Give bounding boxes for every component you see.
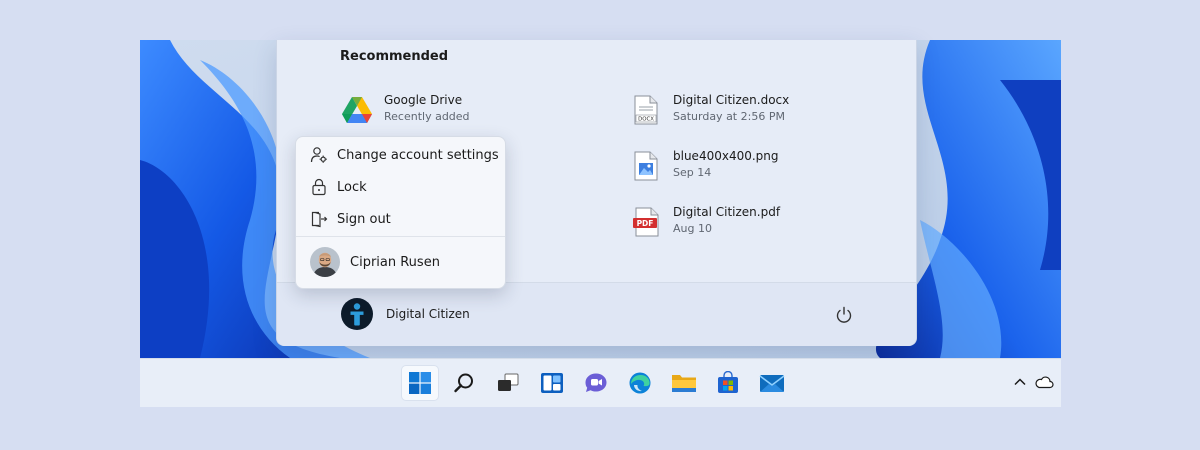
- menu-item-label: Lock: [337, 179, 367, 195]
- recommended-item-google-drive[interactable]: Google Drive Recently added: [340, 90, 580, 130]
- user-name: Digital Citizen: [386, 307, 470, 321]
- recommended-item-date: Saturday at 2:56 PM: [673, 110, 785, 123]
- switch-user-item[interactable]: Ciprian Rusen: [301, 243, 500, 281]
- start-icon[interactable]: [402, 366, 438, 400]
- recommended-title: Recommended: [340, 49, 449, 64]
- search-icon[interactable]: [446, 366, 482, 400]
- onedrive-icon[interactable]: [1033, 371, 1055, 393]
- change-account-settings-item[interactable]: Change account settings: [301, 140, 500, 170]
- recommended-item-date: Sep 14: [673, 166, 712, 179]
- image-file-icon: [629, 149, 663, 183]
- pdf-file-icon: PDF: [629, 205, 663, 239]
- digital-citizen-avatar: [341, 298, 373, 330]
- teams-chat-icon[interactable]: [578, 366, 614, 400]
- file-explorer-icon[interactable]: [666, 366, 702, 400]
- user-account-button[interactable]: Digital Citizen: [340, 297, 470, 331]
- recommended-item-name: Digital Citizen.pdf: [673, 205, 781, 219]
- recommended-item-pdf[interactable]: PDF Digital Citizen.pdf Aug 10: [629, 202, 869, 242]
- mail-icon[interactable]: [754, 366, 790, 400]
- recommended-item-name: Google Drive: [384, 93, 463, 107]
- task-view-icon[interactable]: [490, 366, 526, 400]
- recommended-item-date: Recently added: [384, 110, 470, 123]
- lock-icon: [301, 178, 337, 196]
- recommended-item-name: Digital Citizen.docx: [673, 93, 790, 107]
- recommended-item-name: blue400x400.png: [673, 149, 779, 163]
- sign-out-icon: [301, 210, 337, 228]
- lock-item[interactable]: Lock: [301, 172, 500, 202]
- account-context-menu: Change account settings Lock Sign out Ci…: [295, 136, 506, 289]
- recommended-item-png[interactable]: blue400x400.png Sep 14: [629, 146, 869, 186]
- other-user-name: Ciprian Rusen: [350, 254, 440, 270]
- recommended-item-date: Aug 10: [673, 222, 712, 235]
- edge-icon[interactable]: [622, 366, 658, 400]
- menu-item-label: Sign out: [337, 211, 391, 227]
- pdf-badge: PDF: [637, 219, 654, 228]
- store-icon[interactable]: [710, 366, 746, 400]
- widgets-icon[interactable]: [534, 366, 570, 400]
- menu-item-label: Change account settings: [337, 147, 499, 163]
- menu-divider: [296, 236, 505, 237]
- taskbar: [140, 358, 1061, 407]
- docx-file-icon: DOCX: [629, 93, 663, 127]
- recommended-item-docx[interactable]: DOCX Digital Citizen.docx Saturday at 2:…: [629, 90, 869, 130]
- google-drive-icon: [340, 93, 374, 127]
- chevron-up-icon[interactable]: [1009, 371, 1031, 393]
- sign-out-item[interactable]: Sign out: [301, 204, 500, 234]
- account-settings-icon: [301, 146, 337, 164]
- docx-badge: DOCX: [638, 117, 654, 123]
- start-menu-footer: Digital Citizen: [277, 282, 916, 346]
- avatar: [310, 247, 340, 277]
- power-icon[interactable]: [834, 305, 854, 325]
